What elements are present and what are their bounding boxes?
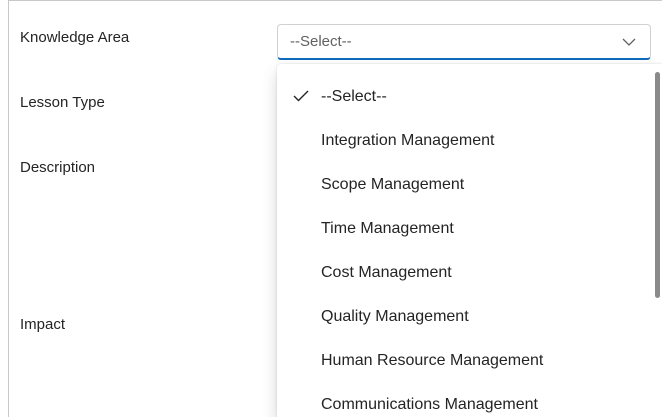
dropdown-option[interactable]: Scope Management [277, 163, 649, 207]
dropdown-option-label: --Select-- [321, 88, 387, 105]
lesson-type-label: Lesson Type [20, 94, 105, 111]
dropdown-option[interactable]: Human Resource Management [277, 339, 649, 383]
checkmark-icon [292, 87, 310, 105]
scrollbar-thumb[interactable] [655, 72, 660, 298]
dropdown-option[interactable]: Cost Management [277, 251, 649, 295]
dropdown-option-label: Cost Management [321, 264, 452, 281]
knowledge-area-select-value: --Select-- [290, 33, 352, 50]
chevron-down-icon [622, 35, 636, 49]
impact-label: Impact [20, 316, 66, 333]
dropdown-option[interactable]: --Select-- [277, 75, 649, 119]
dropdown-option[interactable]: Time Management [277, 207, 649, 251]
dropdown-option-label: Human Resource Management [321, 352, 544, 369]
knowledge-area-label: Knowledge Area [20, 29, 130, 46]
knowledge-area-dropdown: --Select-- Integration Management Scope Ma… [277, 64, 662, 417]
knowledge-area-select[interactable]: --Select-- [277, 24, 651, 60]
dropdown-option-label: Time Management [321, 220, 454, 237]
dropdown-option-label: Communications Management [321, 396, 538, 413]
dropdown-option[interactable]: Quality Management [277, 295, 649, 339]
dropdown-scrollbar[interactable] [652, 70, 662, 411]
dropdown-option[interactable]: Integration Management [277, 119, 649, 163]
dropdown-option-label: Quality Management [321, 308, 469, 325]
description-label: Description [20, 159, 96, 176]
dropdown-option-label: Integration Management [321, 132, 495, 149]
dropdown-option[interactable]: Communications Management [277, 383, 649, 417]
dropdown-option-label: Scope Management [321, 176, 465, 193]
